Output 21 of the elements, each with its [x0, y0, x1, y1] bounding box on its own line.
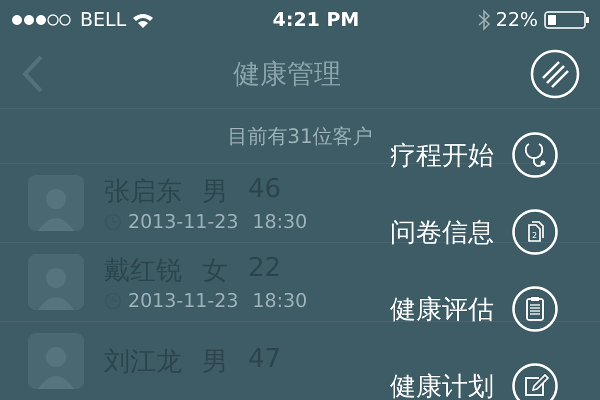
carrier-name: BELL	[80, 9, 126, 31]
bluetooth-icon	[478, 9, 490, 31]
customer-count: 目前有31位客户	[227, 122, 373, 150]
battery-percent: 22%	[496, 9, 538, 31]
visit-date: 2013-11-23	[128, 210, 238, 232]
visit-date: 2013-11-23	[128, 290, 238, 312]
avatar-placeholder	[28, 254, 84, 310]
menu-item[interactable]: 健康计划	[390, 364, 558, 400]
visit-time: 18:30	[252, 210, 308, 232]
documents-icon: 2	[512, 209, 558, 255]
edit-icon	[512, 363, 558, 400]
status-time: 4:21 PM	[272, 9, 360, 31]
stethoscope-icon	[512, 132, 558, 178]
page-title: 健康管理	[233, 58, 341, 92]
visit-time: 18:30	[252, 290, 308, 312]
battery-icon	[544, 10, 590, 30]
menu-button[interactable]	[530, 49, 580, 99]
avatar-placeholder	[28, 333, 84, 389]
wifi-icon	[132, 12, 154, 28]
clipboard-icon	[512, 286, 558, 332]
avatar-placeholder	[28, 175, 84, 231]
